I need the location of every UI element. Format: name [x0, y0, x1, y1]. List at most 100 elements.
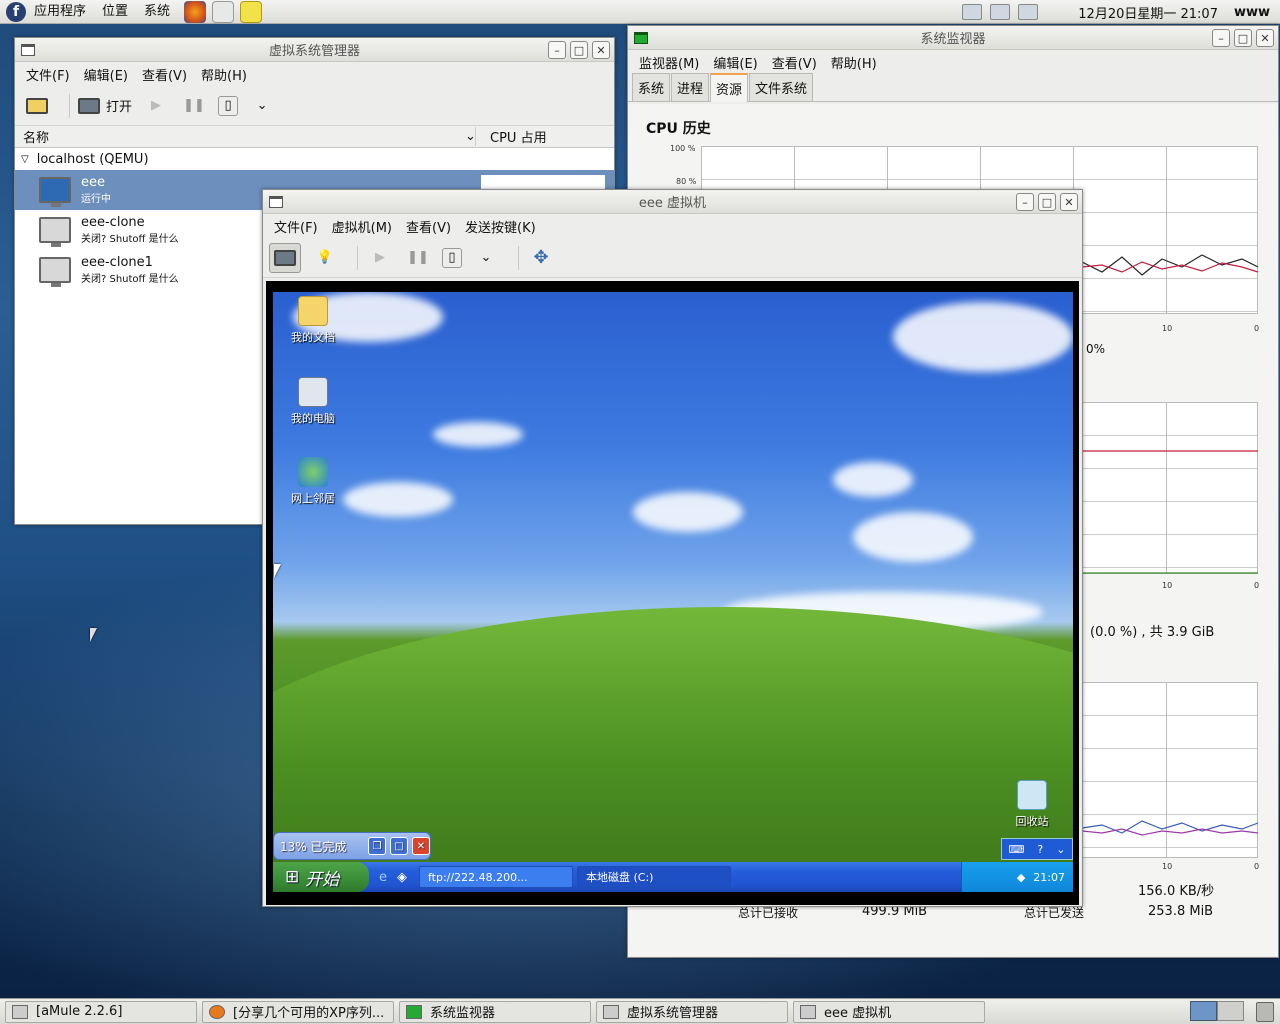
workspace-1[interactable] — [1190, 1001, 1217, 1021]
task-local-disk[interactable]: 本地磁盘 (C:) — [577, 866, 731, 888]
sort-icon[interactable]: ⌄ — [465, 129, 476, 144]
desktop-icon-recycle-bin[interactable]: 回收站 — [997, 780, 1067, 829]
language-bar[interactable]: ⌨? ⌄ — [1001, 838, 1073, 860]
desktop-icon-my-computer[interactable]: 我的电脑 — [278, 377, 348, 426]
tab-resources[interactable]: 资源 — [710, 73, 749, 102]
display-icon[interactable] — [1018, 4, 1039, 20]
host-row[interactable]: ▽ localhost (QEMU) — [15, 148, 614, 170]
maximize-button[interactable]: □ — [570, 41, 588, 59]
taskbar-label: 系统监视器 — [430, 1006, 496, 1021]
shutdown-button[interactable]: ▯ — [218, 95, 239, 116]
network-icon[interactable] — [962, 4, 983, 20]
run-button[interactable]: ▶ — [366, 243, 394, 273]
chevron-down-icon[interactable]: ⌄ — [472, 243, 500, 273]
network-rate: 156.0 KB/秒 — [1138, 884, 1215, 899]
menu-view[interactable]: 查看(V) — [765, 53, 824, 72]
start-button[interactable]: ⊞ 开始 — [273, 862, 369, 892]
menu-system[interactable]: 系统 — [136, 0, 178, 24]
desktop-icon-my-documents[interactable]: 我的文档 — [278, 296, 348, 345]
desktop-icon-network[interactable]: 网上邻居 — [278, 457, 348, 506]
fedora-logo-icon[interactable]: f — [6, 1, 26, 22]
taskbar-item-system-monitor[interactable]: 系统监视器 — [399, 1000, 591, 1023]
close-button[interactable]: ✕ — [1060, 193, 1078, 211]
trash-icon[interactable] — [1256, 1002, 1274, 1022]
shield-icon[interactable]: ◆ — [1017, 871, 1025, 884]
shutdown-button[interactable]: ▯ — [442, 247, 462, 268]
user-name[interactable]: www — [1234, 5, 1270, 20]
computer-icon — [298, 377, 328, 407]
keyboard-icon[interactable]: ⌨ — [1009, 843, 1025, 856]
taskbar-item-firefox[interactable]: [分享几个可用的XP序列... — [202, 1000, 394, 1023]
tab-processes[interactable]: 进程 — [671, 73, 710, 101]
pause-button[interactable]: ❚❚ — [180, 91, 208, 121]
download-progress[interactable]: 13% 已完成 ❐ □ ✕ — [273, 832, 431, 860]
expander-icon[interactable]: ▽ — [21, 154, 29, 165]
vm-manager-titlebar[interactable]: 虚拟系统管理器 – □ ✕ — [15, 38, 614, 62]
column-cpu[interactable]: CPU 占用 — [475, 127, 547, 146]
open-button[interactable]: 打开 — [78, 91, 132, 121]
menu-monitor[interactable]: 监视器(M) — [632, 53, 706, 72]
window-title: 虚拟系统管理器 — [268, 44, 360, 59]
fullscreen-button[interactable]: ✥ — [527, 243, 555, 273]
system-monitor-menubar: 监视器(M) 编辑(E) 查看(V) 帮助(H) — [628, 50, 1278, 74]
tab-filesystems[interactable]: 文件系统 — [749, 73, 814, 101]
help-icon[interactable]: ? — [1037, 843, 1043, 856]
show-desktop-icon[interactable]: ◈ — [397, 870, 407, 885]
minimize-button[interactable]: – — [1016, 193, 1034, 211]
guest-desktop[interactable]: 我的文档 我的电脑 网上邻居 回收站 ⌨? ⌄ 13% 已完成 ❐ □ ✕ ⊞ 开… — [273, 292, 1073, 892]
close-button[interactable]: ✕ — [592, 41, 610, 59]
menu-applications[interactable]: 应用程序 — [26, 0, 94, 24]
menu-file[interactable]: 文件(F) — [19, 65, 77, 84]
toolbar-separator — [69, 93, 70, 118]
maximize-button[interactable]: □ — [390, 837, 408, 855]
clock[interactable]: 12月20日星期一 21:07 — [1078, 3, 1218, 22]
tab-system[interactable]: 系统 — [632, 73, 671, 101]
maximize-button[interactable]: □ — [1234, 29, 1252, 47]
menu-file[interactable]: 文件(F) — [267, 217, 325, 236]
restore-button[interactable]: ❐ — [368, 837, 386, 855]
menu-send-key[interactable]: 发送按键(K) — [458, 217, 543, 236]
new-vm-icon — [26, 97, 48, 114]
volume-icon[interactable] — [990, 4, 1011, 20]
menu-view[interactable]: 查看(V) — [135, 65, 194, 84]
start-label: 开始 — [305, 869, 340, 890]
column-name[interactable]: 名称 — [15, 127, 465, 146]
menu-help[interactable]: 帮助(H) — [824, 53, 884, 72]
pause-button[interactable]: ❚❚ — [404, 243, 432, 273]
vm-viewer-titlebar[interactable]: eee 虚拟机 – □ ✕ — [263, 190, 1082, 214]
taskbar-label: eee 虚拟机 — [824, 1006, 892, 1021]
system-monitor-titlebar[interactable]: 系统监视器 – □ ✕ — [628, 26, 1278, 50]
new-vm-button[interactable] — [23, 91, 51, 121]
taskbar-item-amule[interactable]: [aMule 2.2.6] — [5, 1000, 197, 1023]
mail-icon[interactable] — [212, 0, 235, 23]
menu-edit[interactable]: 编辑(E) — [706, 53, 764, 72]
firefox-icon[interactable] — [184, 0, 207, 23]
details-button[interactable]: 💡 — [311, 243, 339, 273]
workspace-switcher[interactable] — [1190, 1001, 1244, 1021]
close-button[interactable]: ✕ — [412, 837, 430, 855]
menu-edit[interactable]: 编辑(E) — [77, 65, 135, 84]
close-button[interactable]: ✕ — [1256, 29, 1274, 47]
maximize-button[interactable]: □ — [1038, 193, 1056, 211]
menu-places[interactable]: 位置 — [94, 0, 136, 24]
recycle-bin-icon — [1017, 780, 1047, 810]
ie-icon[interactable]: e — [379, 870, 387, 885]
task-ftp[interactable]: ftp://222.48.200... — [419, 866, 573, 888]
workspace-2[interactable] — [1217, 1001, 1244, 1021]
task-label: 本地磁盘 (C:) — [586, 871, 654, 884]
run-button[interactable]: ▶ — [142, 91, 170, 121]
chevron-down-icon[interactable]: ⌄ — [1056, 843, 1065, 856]
minimize-button[interactable]: – — [548, 41, 566, 59]
chevron-down-icon[interactable]: ⌄ — [248, 91, 276, 121]
menu-help[interactable]: 帮助(H) — [194, 65, 254, 84]
taskbar-item-vm-viewer[interactable]: eee 虚拟机 — [793, 1000, 985, 1023]
taskbar-item-vm-manager[interactable]: 虚拟系统管理器 — [596, 1000, 788, 1023]
menu-view[interactable]: 查看(V) — [399, 217, 458, 236]
guest-clock[interactable]: 21:07 — [1033, 871, 1065, 884]
menu-vm[interactable]: 虚拟机(M) — [325, 217, 399, 236]
console-button[interactable] — [269, 242, 301, 273]
minimize-button[interactable]: – — [1212, 29, 1230, 47]
notes-icon[interactable] — [240, 0, 263, 23]
amule-icon — [12, 1004, 28, 1019]
vm-shutoff-icon — [39, 217, 71, 247]
